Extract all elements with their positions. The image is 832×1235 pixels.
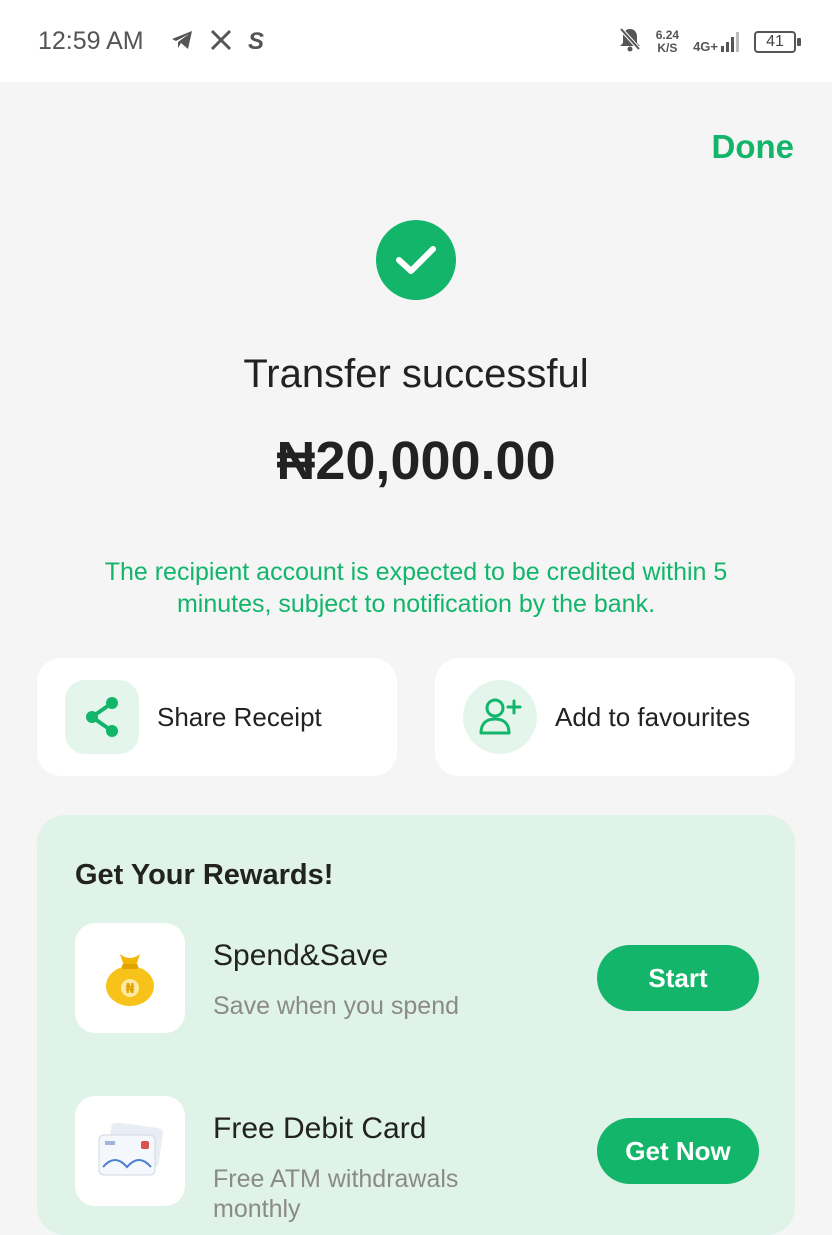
x-icon <box>210 29 232 56</box>
net-speed-value: 6.24 <box>655 27 680 42</box>
reward-subtitle: Free ATM withdrawals monthly <box>213 1165 459 1223</box>
signal-icon: 4G+ <box>693 31 740 53</box>
share-icon <box>86 697 118 737</box>
reward-subtitle: Save when you spend <box>213 992 460 1020</box>
net-speed-unit: K/S <box>657 40 678 55</box>
battery-icon: 41 <box>754 30 801 53</box>
net-speed: 6.24 K/S <box>655 27 680 55</box>
status-bar: 12:59 AM S 6.24 K/S 4G+ 41 <box>0 0 832 82</box>
notification-icons: S <box>170 28 264 56</box>
credit-notice: The recipient account is expected to be … <box>104 558 728 618</box>
share-receipt-button[interactable]: Share Receipt <box>37 658 397 776</box>
result-title: Transfer successful <box>243 352 589 396</box>
svg-text:₦: ₦ <box>125 982 134 997</box>
network-type: 4G+ <box>693 38 718 54</box>
start-button[interactable]: Start <box>597 945 759 1011</box>
rewards-title: Get Your Rewards! <box>75 859 334 891</box>
reward-title: Free Debit Card <box>213 1112 427 1145</box>
rewards-panel: Get Your Rewards! ₦ Spend&Save Save when… <box>37 815 795 1235</box>
add-user-icon-wrap <box>463 680 537 754</box>
add-user-icon <box>479 698 522 735</box>
status-time: 12:59 AM <box>38 27 144 55</box>
reward-title: Spend&Save <box>213 939 389 972</box>
success-check <box>376 220 456 300</box>
share-icon-wrap <box>65 680 139 754</box>
reward-item-debit-card[interactable]: Free Debit Card Free ATM withdrawals mon… <box>75 1096 759 1223</box>
reward-item-spend-save[interactable]: ₦ Spend&Save Save when you spend Start <box>75 923 759 1033</box>
system-icons: 6.24 K/S 4G+ 41 <box>618 26 801 57</box>
reward-icon-wrap <box>75 1096 185 1206</box>
add-favourites-button[interactable]: Add to favourites <box>435 658 795 776</box>
s-app-icon: S <box>248 28 265 55</box>
transfer-amount: ₦20,000.00 <box>276 431 556 491</box>
money-bag-icon: ₦ <box>106 954 154 1006</box>
reward-icon-wrap: ₦ <box>75 923 185 1033</box>
debit-card-icon <box>98 1123 163 1176</box>
add-favourites-label: Add to favourites <box>555 701 751 732</box>
get-now-button[interactable]: Get Now <box>597 1118 759 1184</box>
share-receipt-label: Share Receipt <box>157 701 322 732</box>
check-icon <box>396 246 436 274</box>
telegram-icon <box>170 29 194 56</box>
done-button[interactable]: Done <box>712 128 795 166</box>
bell-off-icon <box>618 26 642 57</box>
